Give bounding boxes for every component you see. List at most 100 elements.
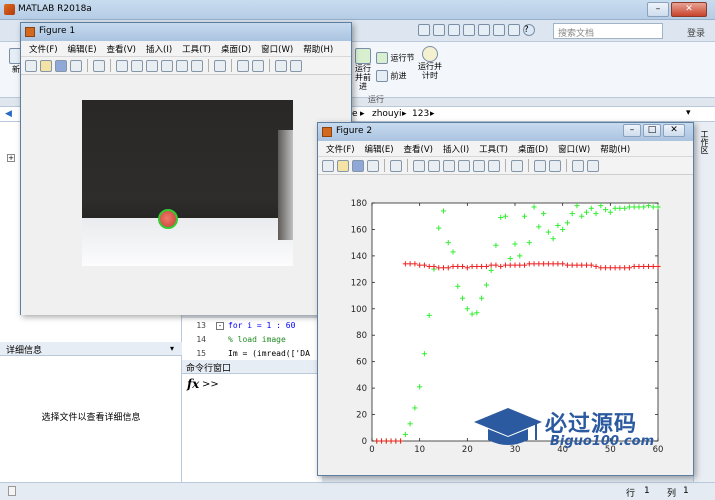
- figure2-titlebar: Figure 2 – □ ✕: [318, 123, 693, 141]
- menu-insert[interactable]: 插入(I): [443, 143, 469, 155]
- save-icon[interactable]: [418, 24, 430, 36]
- zoom-out-icon[interactable]: [131, 59, 143, 72]
- pan-icon[interactable]: [443, 159, 455, 172]
- line-number: 13: [196, 321, 206, 330]
- command-window[interactable]: fx >>: [182, 374, 322, 482]
- redo-icon[interactable]: [493, 24, 505, 36]
- menu-edit[interactable]: 编辑(E): [365, 143, 394, 155]
- workspace-tab-label[interactable]: 工作区: [699, 130, 710, 154]
- figure2-title: Figure 2: [336, 126, 373, 136]
- switch-window-icon[interactable]: [508, 24, 520, 36]
- run-section-icon: [376, 52, 388, 64]
- menu-file[interactable]: 文件(F): [326, 143, 355, 155]
- separator: [407, 159, 408, 172]
- rotate-icon[interactable]: [458, 159, 470, 172]
- advance-label: 前进: [390, 71, 407, 81]
- print-icon[interactable]: [70, 59, 82, 72]
- brush-icon[interactable]: [191, 59, 203, 72]
- zoom-in-icon[interactable]: [413, 159, 425, 172]
- legend-icon[interactable]: [252, 59, 264, 72]
- show-tools-icon[interactable]: [587, 159, 599, 172]
- fx-icon[interactable]: fx: [187, 377, 199, 391]
- menu-tools[interactable]: 工具(T): [479, 143, 508, 155]
- expand-plus-icon[interactable]: +: [7, 154, 15, 162]
- code-text: for i = 1 : 60: [228, 321, 296, 330]
- menu-tools[interactable]: 工具(T): [182, 43, 211, 55]
- pointer-icon[interactable]: [93, 59, 105, 72]
- run-section-button[interactable]: 运行节: [376, 52, 415, 64]
- code-line-15: 15 Im = (imread(['DA: [182, 349, 310, 358]
- link-icon[interactable]: [511, 159, 523, 172]
- menu-window[interactable]: 窗口(W): [558, 143, 590, 155]
- details-empty-text: 选择文件以查看详细信息: [41, 413, 141, 423]
- copy-icon[interactable]: [448, 24, 460, 36]
- paste-icon[interactable]: [463, 24, 475, 36]
- rotate-icon[interactable]: [161, 59, 173, 72]
- figure1-window[interactable]: Figure 1 文件(F) 编辑(E) 查看(V) 插入(I) 工具(T) 桌…: [20, 22, 352, 315]
- help-icon[interactable]: ?: [523, 24, 535, 36]
- cut-icon[interactable]: [433, 24, 445, 36]
- y-tick-label: 100: [351, 305, 367, 315]
- colorbar-icon[interactable]: [237, 59, 249, 72]
- col-value: 1: [683, 486, 689, 496]
- menu-desktop[interactable]: 桌面(D): [518, 143, 548, 155]
- back-arrow-icon[interactable]: ◀: [5, 109, 12, 119]
- menu-edit[interactable]: 编辑(E): [68, 43, 97, 55]
- address-part-3[interactable]: 123: [412, 109, 429, 119]
- brush-icon[interactable]: [488, 159, 500, 172]
- save-icon[interactable]: [55, 59, 67, 72]
- close-button[interactable]: ✕: [671, 2, 707, 17]
- new-figure-icon[interactable]: [25, 59, 37, 72]
- open-icon[interactable]: [40, 59, 52, 72]
- run-and-time-button[interactable]: 运行并计时: [418, 46, 442, 80]
- save-icon[interactable]: [352, 159, 364, 172]
- zoom-in-icon[interactable]: [116, 59, 128, 72]
- figure1-canvas: [21, 75, 351, 315]
- menu-window[interactable]: 窗口(W): [261, 43, 293, 55]
- chevron-right-icon: ▸: [360, 109, 365, 119]
- fold-minus-icon[interactable]: -: [216, 322, 224, 330]
- menu-desktop[interactable]: 桌面(D): [221, 43, 251, 55]
- print-icon[interactable]: [367, 159, 379, 172]
- details-collapse-icon[interactable]: ▾: [170, 344, 174, 353]
- separator: [528, 159, 529, 172]
- link-icon[interactable]: [214, 59, 226, 72]
- code-editor[interactable]: 13 for i = 1 : 60 - 14 % load image 15 Im =…: [182, 318, 322, 360]
- colorbar-icon[interactable]: [534, 159, 546, 172]
- zoom-out-icon[interactable]: [428, 159, 440, 172]
- menu-view[interactable]: 查看(V): [404, 143, 433, 155]
- search-input[interactable]: 搜索文档: [553, 23, 663, 39]
- pointer-icon[interactable]: [390, 159, 402, 172]
- menu-file[interactable]: 文件(F): [29, 43, 58, 55]
- menu-insert[interactable]: 插入(I): [146, 43, 172, 55]
- figure2-minimize-button[interactable]: –: [623, 124, 641, 137]
- show-tools-icon[interactable]: [290, 59, 302, 72]
- menu-help[interactable]: 帮助(H): [303, 43, 333, 55]
- advance-button[interactable]: 前进: [376, 70, 407, 82]
- address-part-1[interactable]: e: [352, 109, 358, 119]
- open-icon[interactable]: [337, 159, 349, 172]
- y-tick-label: 180: [351, 199, 367, 209]
- menu-help[interactable]: 帮助(H): [600, 143, 630, 155]
- y-tick-label: 140: [351, 252, 367, 262]
- pan-icon[interactable]: [146, 59, 158, 72]
- data-cursor-icon[interactable]: [176, 59, 188, 72]
- row-label: 行: [626, 489, 636, 499]
- hide-tools-icon[interactable]: [572, 159, 584, 172]
- legend-icon[interactable]: [549, 159, 561, 172]
- hide-tools-icon[interactable]: [275, 59, 287, 72]
- data-cursor-icon[interactable]: [473, 159, 485, 172]
- code-line-13: 13 for i = 1 : 60: [182, 321, 295, 330]
- run-advance-button[interactable]: 运行并前进: [352, 48, 374, 91]
- dropdown-icon[interactable]: ▾: [686, 108, 691, 118]
- figure2-maximize-button[interactable]: □: [643, 124, 661, 137]
- menu-view[interactable]: 查看(V): [107, 43, 136, 55]
- login-link[interactable]: 登录: [687, 26, 705, 39]
- undo-icon[interactable]: [478, 24, 490, 36]
- separator: [208, 59, 209, 72]
- figure2-close-button[interactable]: ✕: [663, 124, 685, 137]
- figure2-menubar: 文件(F) 编辑(E) 查看(V) 插入(I) 工具(T) 桌面(D) 窗口(W…: [318, 141, 693, 157]
- new-figure-icon[interactable]: [322, 159, 334, 172]
- minimize-button[interactable]: –: [647, 2, 669, 17]
- address-part-2[interactable]: zhouyi: [372, 109, 401, 119]
